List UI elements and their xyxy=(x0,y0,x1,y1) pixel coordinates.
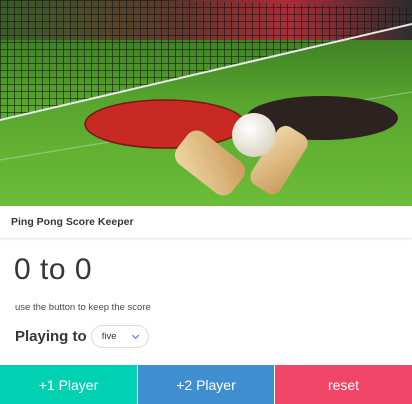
playing-to-select[interactable]: five xyxy=(90,325,149,348)
playing-to-label: Playing to xyxy=(15,328,87,345)
help-text: use the button to keep the score xyxy=(15,302,151,313)
playing-to-selected-value: five xyxy=(101,331,117,342)
add-player-two-button[interactable]: +2 Player xyxy=(138,365,274,404)
card-title: Ping Pong Score Keeper xyxy=(11,216,134,228)
card-footer: +1 Player +2 Player reset xyxy=(0,365,412,404)
card-header: Ping Pong Score Keeper xyxy=(0,206,412,238)
playing-to-row: Playing to five xyxy=(15,325,149,348)
score-display: 0 to 0 xyxy=(14,253,93,286)
add-player-one-button[interactable]: +1 Player xyxy=(0,365,137,404)
hero-image xyxy=(0,0,412,206)
reset-button[interactable]: reset xyxy=(275,365,412,404)
chevron-down-icon xyxy=(131,331,139,340)
